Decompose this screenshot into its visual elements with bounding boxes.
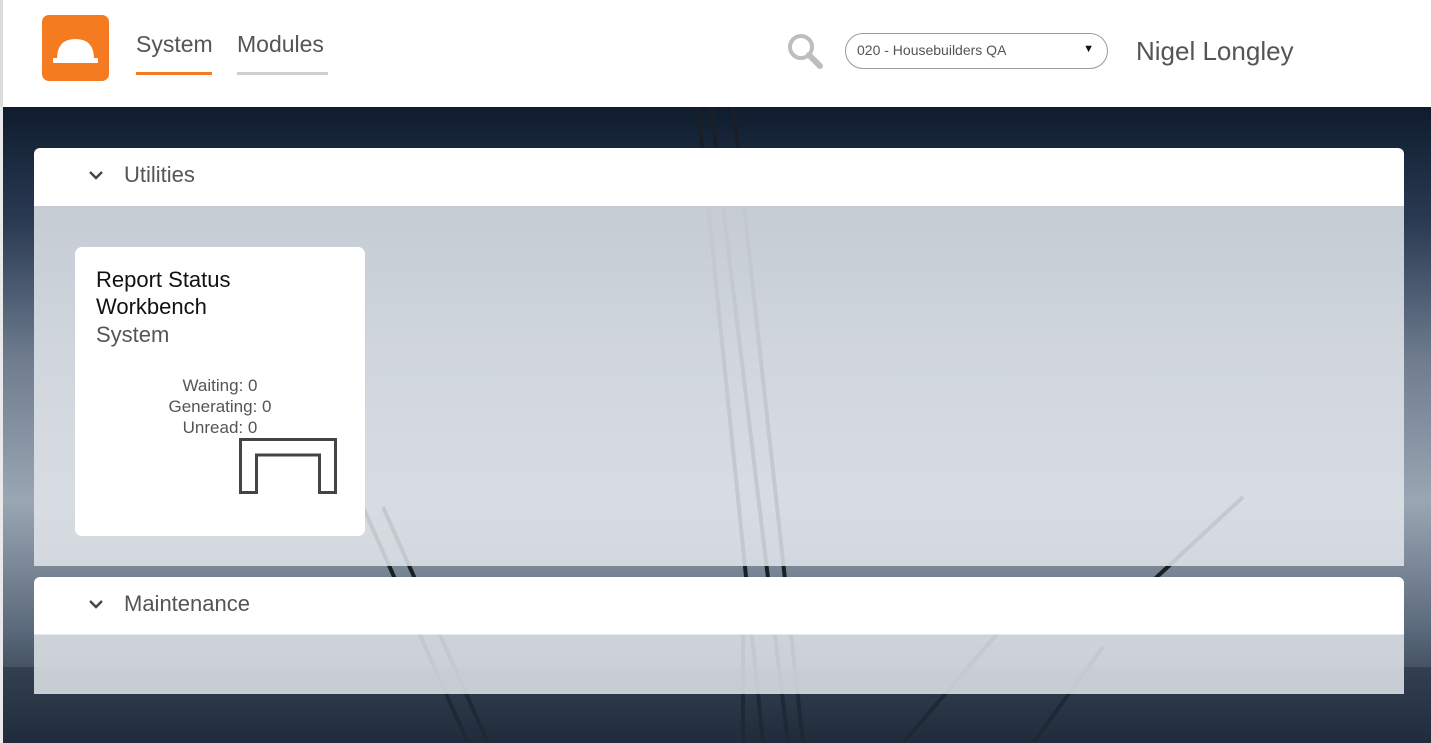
caret-down-icon: ▼ xyxy=(1083,43,1094,55)
panel-maintenance-title: Maintenance xyxy=(124,591,250,616)
company-select-value: 020 - Housebuilders QA xyxy=(857,42,1007,58)
search-icon[interactable] xyxy=(786,32,824,70)
tile-report-status-workbench[interactable]: Report Status Workbench System Waiting: … xyxy=(75,247,365,536)
panel-utilities-header[interactable]: Utilities xyxy=(34,148,1404,206)
user-name[interactable]: Nigel Longley xyxy=(1136,36,1294,67)
panel-maintenance-body xyxy=(34,634,1404,694)
tile-stat-unread: Unread: 0 xyxy=(182,418,258,437)
chevron-down-icon[interactable] xyxy=(88,168,104,186)
tab-system-underline xyxy=(136,72,212,75)
top-header: System Modules 020 - Housebuilders QA ▼ … xyxy=(0,0,1431,107)
panel-maintenance-header[interactable]: Maintenance xyxy=(34,577,1404,635)
tile-stat-waiting: Waiting: 0 xyxy=(182,376,258,395)
tile-title: Report Status Workbench xyxy=(96,267,231,319)
workbench-icon xyxy=(239,438,339,499)
hard-hat-icon[interactable] xyxy=(42,15,109,81)
panel-utilities-title: Utilities xyxy=(124,162,195,187)
tile-subtitle: System xyxy=(96,322,170,347)
tab-modules[interactable]: Modules xyxy=(237,31,328,75)
chevron-down-icon[interactable] xyxy=(88,597,104,615)
tab-modules-underline xyxy=(237,72,328,75)
tab-system[interactable]: System xyxy=(136,31,213,75)
tab-modules-label: Modules xyxy=(237,31,324,57)
tab-system-label: System xyxy=(136,31,213,57)
tile-stat-generating: Generating: 0 xyxy=(168,397,272,416)
company-select[interactable]: 020 - Housebuilders QA ▼ xyxy=(845,33,1108,69)
tile-stats: Waiting: 0 Generating: 0 Unread: 0 xyxy=(75,375,365,438)
